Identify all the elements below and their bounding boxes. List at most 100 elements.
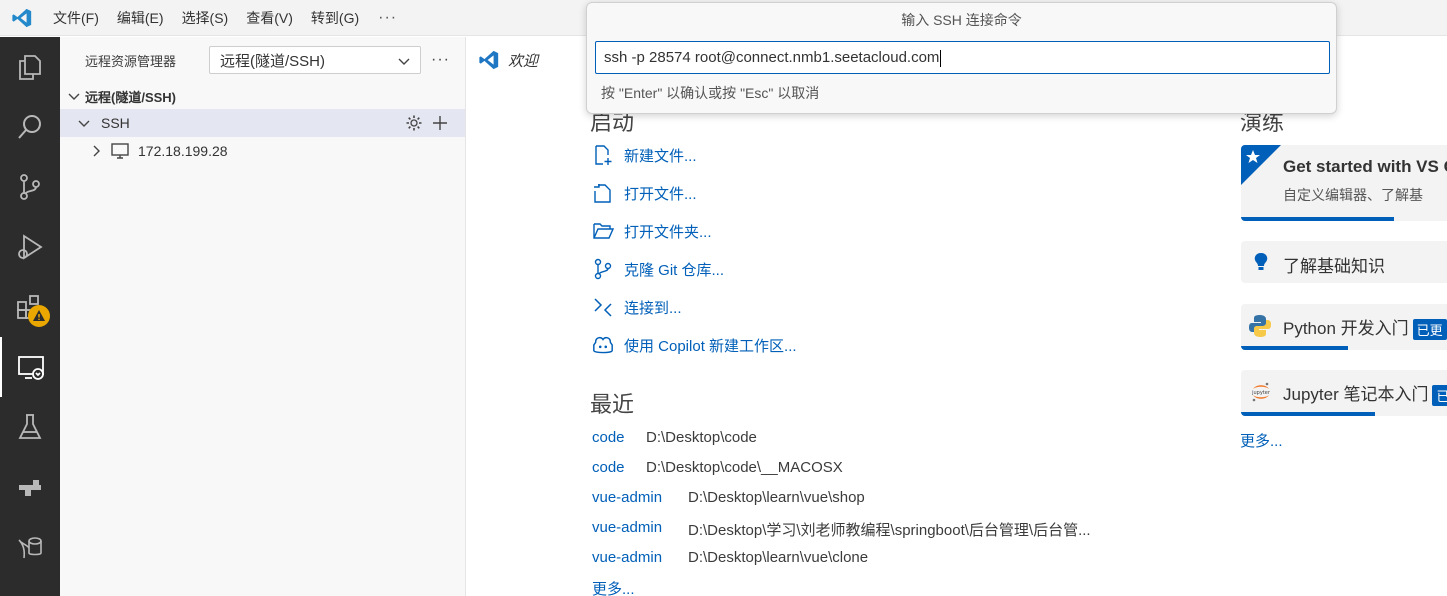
walkthrough-card-jupyter[interactable]: jupyter Jupyter 笔记本入门已 xyxy=(1241,370,1447,416)
walkthroughs-more-link[interactable]: 更多... xyxy=(1240,430,1283,451)
quick-input-hint: 按 "Enter" 以确认或按 "Esc" 以取消 xyxy=(601,85,820,101)
copilot-workspace-label: 使用 Copilot 新建工作区... xyxy=(624,337,797,355)
menu-selection[interactable]: 选择(S) xyxy=(173,0,238,36)
recent-item-name[interactable]: vue-admin xyxy=(592,549,688,566)
walkthrough-card-basics[interactable]: 了解基础知识 xyxy=(1241,241,1447,283)
chevron-down-icon xyxy=(398,58,410,65)
remote-type-select-value: 远程(隧道/SSH) xyxy=(220,52,326,70)
walkthrough-progress-bar xyxy=(1241,412,1375,416)
lightbulb-icon xyxy=(1254,253,1268,270)
gear-icon[interactable] xyxy=(405,114,423,132)
walkthrough-title: 了解基础知识 xyxy=(1283,257,1385,276)
tree-group-label: SSH xyxy=(101,115,130,131)
sidebar-more-icon[interactable]: ··· xyxy=(431,51,450,69)
menu-edit[interactable]: 编辑(E) xyxy=(108,0,173,36)
recent-item-name[interactable]: vue-admin xyxy=(592,519,688,540)
host-label: 172.18.199.28 xyxy=(138,143,228,159)
remote-connect-icon xyxy=(594,298,612,317)
recent-item-path: D:\Desktop\学习\刘老师教编程\springboot\后台管理\后台管… xyxy=(688,522,1091,539)
sidebar-title: 远程资源管理器 xyxy=(85,53,177,69)
recent-item[interactable]: vue-admin D:\Desktop\学习\刘老师教编程\springboo… xyxy=(592,519,1091,540)
recent-item[interactable]: vue-admin D:\Desktop\learn\vue\shop xyxy=(592,489,865,506)
walkthrough-title-text: Jupyter 笔记本入门 xyxy=(1283,385,1429,404)
sidebar-header: 远程资源管理器 远程(隧道/SSH) ··· xyxy=(60,37,465,83)
walkthrough-card-python[interactable]: Python 开发入门 已更 xyxy=(1241,304,1447,350)
walkthrough-title-text: Python 开发入门 xyxy=(1283,319,1409,338)
chevron-right-icon xyxy=(93,145,100,157)
recent-item-path: D:\Desktop\code xyxy=(646,429,757,446)
open-file-icon xyxy=(594,184,611,203)
docker-icon[interactable] xyxy=(0,457,60,517)
tree-host-item[interactable]: 172.18.199.28 xyxy=(60,137,465,165)
database-icon[interactable] xyxy=(0,517,60,577)
ssh-command-value: ssh -p 28574 root@connect.nmb1.seetaclou… xyxy=(604,49,940,66)
extensions-warning-badge xyxy=(28,305,50,327)
git-clone-icon xyxy=(594,258,612,280)
search-icon[interactable] xyxy=(0,97,60,157)
editor-area: 欢迎 启动 新建文件... 打开文件... 打开文件夹... 克隆 Git 仓库… xyxy=(466,37,1447,596)
chevron-down-icon xyxy=(78,120,90,127)
connect-to-link[interactable]: 连接到... xyxy=(592,296,682,318)
extensions-icon[interactable] xyxy=(0,277,60,337)
testing-icon[interactable] xyxy=(0,397,60,457)
recent-heading: 最近 xyxy=(590,392,635,417)
copilot-icon xyxy=(593,336,613,354)
ssh-command-input[interactable]: ssh -p 28574 root@connect.nmb1.seetaclou… xyxy=(595,41,1330,74)
tab-welcome[interactable]: 欢迎 xyxy=(466,37,538,83)
remote-type-select[interactable]: 远程(隧道/SSH) xyxy=(209,46,421,74)
text-caret xyxy=(940,49,942,67)
recent-more-link[interactable]: 更多... xyxy=(592,578,635,596)
open-file-link[interactable]: 打开文件... xyxy=(592,182,697,204)
source-control-icon[interactable] xyxy=(0,157,60,217)
open-file-label: 打开文件... xyxy=(624,185,697,203)
menu-file[interactable]: 文件(F) xyxy=(44,0,108,36)
new-file-label: 新建文件... xyxy=(624,147,697,165)
recent-item-name[interactable]: vue-admin xyxy=(592,489,688,506)
jupyter-icon: jupyter xyxy=(1251,382,1271,402)
chevron-down-icon xyxy=(68,93,80,100)
add-icon[interactable] xyxy=(431,114,449,132)
walkthrough-progress-bar xyxy=(1241,346,1348,350)
recent-item-path: D:\Desktop\learn\vue\shop xyxy=(688,489,865,506)
recent-item-path: D:\Desktop\code\__MACOSX xyxy=(646,459,843,476)
new-file-link[interactable]: 新建文件... xyxy=(592,144,697,166)
activity-bar xyxy=(0,37,60,596)
walkthrough-title: Python 开发入门 已更 xyxy=(1283,314,1447,341)
recent-item[interactable]: code D:\Desktop\code\__MACOSX xyxy=(592,459,843,476)
menu-view[interactable]: 查看(V) xyxy=(237,0,302,36)
vscode-tab-icon xyxy=(479,50,499,70)
svg-text:jupyter: jupyter xyxy=(1251,390,1271,396)
recent-item[interactable]: vue-admin D:\Desktop\learn\vue\clone xyxy=(592,549,868,566)
python-icon xyxy=(1249,315,1271,337)
remote-explorer-icon[interactable] xyxy=(0,337,60,397)
recent-item[interactable]: code D:\Desktop\code xyxy=(592,429,757,446)
section-label: 远程(隧道/SSH) xyxy=(85,89,177,105)
copilot-workspace-link[interactable]: 使用 Copilot 新建工作区... xyxy=(592,334,797,356)
recent-item-path: D:\Desktop\learn\vue\clone xyxy=(688,549,869,566)
section-remote-tunnels-ssh[interactable]: 远程(隧道/SSH) xyxy=(60,83,465,109)
tab-label: 欢迎 xyxy=(508,52,539,70)
connect-to-label: 连接到... xyxy=(624,299,682,317)
warning-icon xyxy=(33,310,45,321)
clone-git-label: 克隆 Git 仓库... xyxy=(624,261,725,279)
run-debug-icon[interactable] xyxy=(0,217,60,277)
updated-badge: 已 xyxy=(1432,385,1447,407)
open-folder-link[interactable]: 打开文件夹... xyxy=(592,220,712,242)
walkthrough-card-get-started[interactable]: Get started with VS C 自定义编辑器、了解基 xyxy=(1241,145,1447,221)
menu-more-icon[interactable]: ··· xyxy=(368,9,407,27)
clone-git-link[interactable]: 克隆 Git 仓库... xyxy=(592,258,724,280)
walkthrough-title: Get started with VS C xyxy=(1283,157,1447,176)
recent-item-name[interactable]: code xyxy=(592,429,646,446)
updated-badge: 已更 xyxy=(1412,319,1447,341)
ssh-quick-input: 输入 SSH 连接命令 ssh -p 28574 root@connect.nm… xyxy=(586,2,1337,114)
walkthrough-subtitle: 自定义编辑器、了解基 xyxy=(1283,187,1423,203)
tree-group-ssh[interactable]: SSH xyxy=(60,109,465,137)
star-ribbon-icon xyxy=(1241,145,1281,185)
new-file-icon xyxy=(595,145,612,165)
explorer-icon[interactable] xyxy=(0,37,60,97)
recent-item-name[interactable]: code xyxy=(592,459,646,476)
walkthrough-progress-bar xyxy=(1241,217,1394,221)
vscode-logo-icon[interactable] xyxy=(0,0,44,36)
open-folder-label: 打开文件夹... xyxy=(624,223,712,241)
menu-go[interactable]: 转到(G) xyxy=(302,0,368,36)
